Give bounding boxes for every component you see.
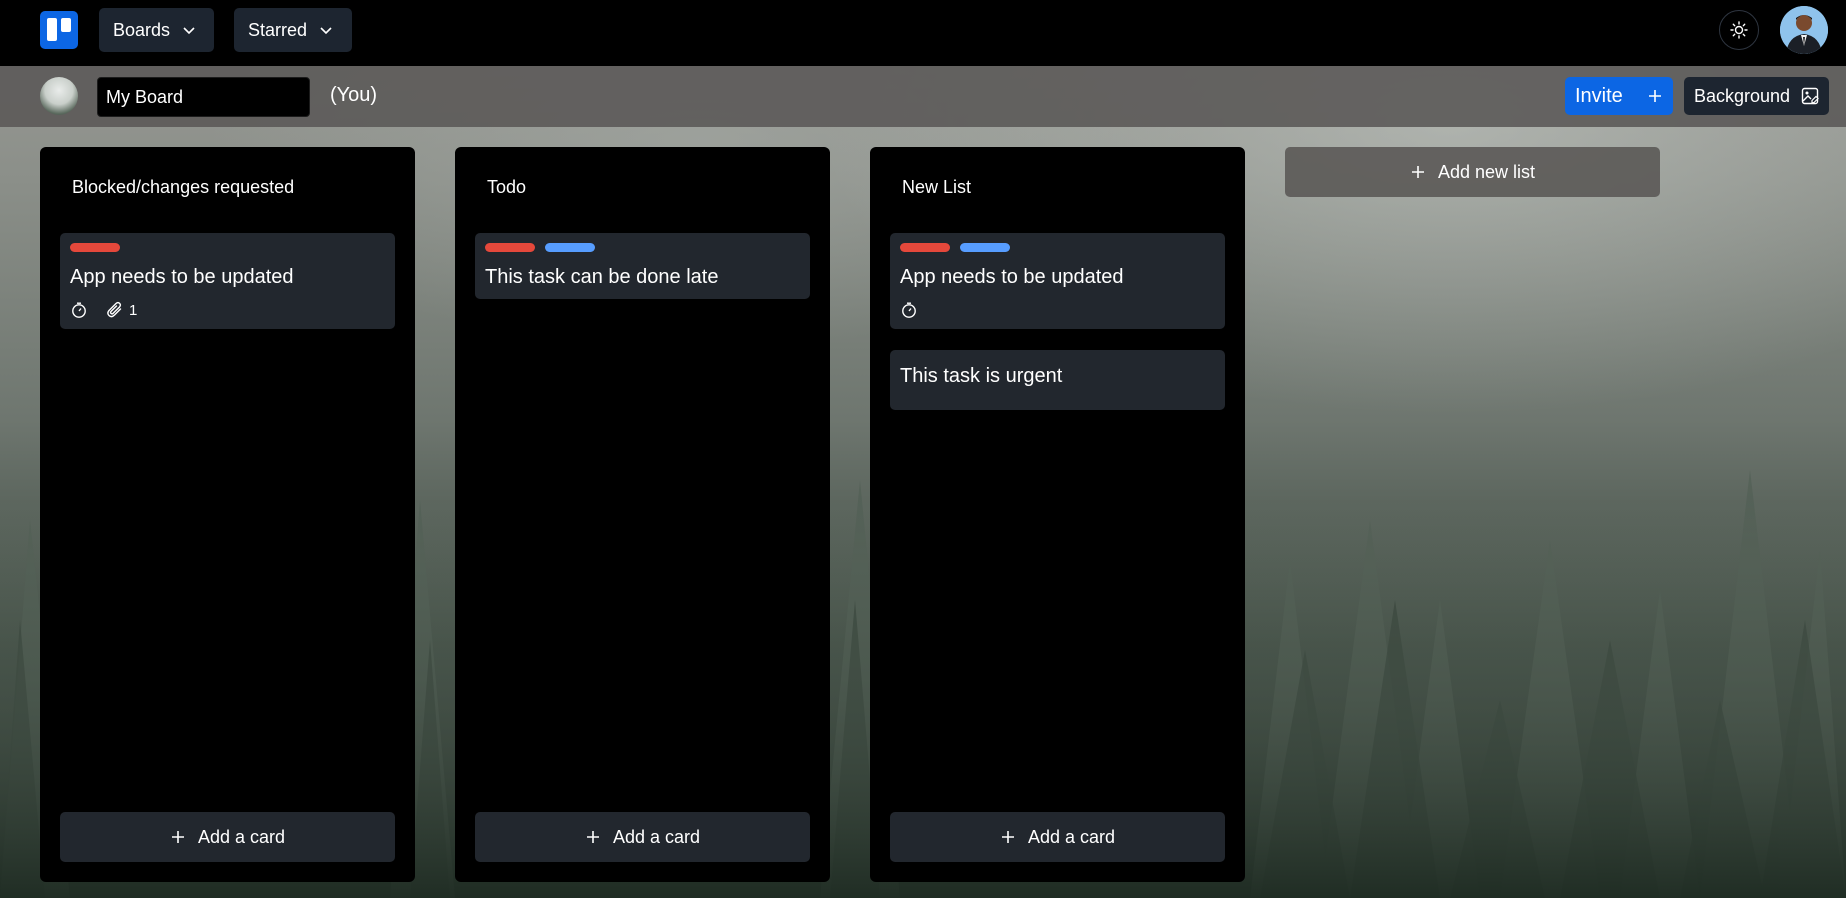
card-labels xyxy=(485,243,800,253)
chevron-down-icon xyxy=(183,27,195,35)
card-meta: 1 xyxy=(70,301,385,319)
plus-icon xyxy=(586,831,599,843)
add-card-button[interactable]: Add a card xyxy=(475,812,810,862)
card-title: App needs to be updated xyxy=(900,266,1124,288)
label-blue xyxy=(960,243,1010,252)
attachments-count: 1 xyxy=(129,301,138,319)
attachments-badge: 1 xyxy=(106,301,137,319)
background-button[interactable]: Background xyxy=(1684,77,1829,115)
list-title[interactable]: Todo xyxy=(487,177,526,198)
add-card-label: Add a card xyxy=(612,826,701,847)
label-red xyxy=(900,243,950,252)
background-label: Background xyxy=(1694,85,1791,106)
card-title: This task is urgent xyxy=(900,365,1063,387)
add-card-button[interactable]: Add a card xyxy=(60,812,395,862)
plus-icon xyxy=(1001,831,1014,843)
add-card-label: Add a card xyxy=(1027,826,1116,847)
boards-menu-button[interactable]: Boards xyxy=(99,8,214,52)
plus-icon xyxy=(171,831,184,843)
add-card-button[interactable]: Add a card xyxy=(890,812,1225,862)
boards-menu-label: Boards xyxy=(113,19,171,40)
sun-icon xyxy=(1730,21,1748,39)
invite-label: Invite xyxy=(1575,84,1623,107)
plus-icon xyxy=(1649,90,1661,102)
invite-button[interactable]: Invite xyxy=(1565,77,1673,115)
paperclip-icon xyxy=(107,301,122,318)
plus-icon xyxy=(1411,166,1424,178)
due-date-badge xyxy=(70,301,88,319)
list-blocked-changes-requested[interactable]: Blocked/changes requested App needs to b… xyxy=(40,147,415,882)
add-new-list-button[interactable]: Add new list xyxy=(1285,147,1660,197)
board-header: (You) Invite Background xyxy=(0,66,1846,127)
card-title: This task can be done late xyxy=(485,266,719,288)
list-title[interactable]: Blocked/changes requested xyxy=(72,177,294,198)
card-task-urgent[interactable]: This task is urgent xyxy=(890,350,1225,410)
timer-icon xyxy=(902,302,916,318)
due-date-badge xyxy=(900,301,918,319)
label-red xyxy=(70,243,120,252)
theme-toggle-button[interactable] xyxy=(1719,10,1759,50)
card-app-needs-update[interactable]: App needs to be updated xyxy=(890,233,1225,329)
board-owner-label: (You) xyxy=(330,84,378,106)
board-name-input[interactable] xyxy=(97,77,310,117)
label-blue xyxy=(545,243,595,252)
card-meta xyxy=(900,301,1215,319)
top-navbar: Boards Starred xyxy=(0,0,1846,66)
starred-menu-button[interactable]: Starred xyxy=(234,8,352,52)
image-edit-icon xyxy=(1801,87,1819,105)
card-labels xyxy=(900,243,1215,253)
chevron-down-icon xyxy=(320,27,332,35)
add-new-list-label: Add new list xyxy=(1437,161,1536,182)
add-card-label: Add a card xyxy=(197,826,286,847)
card-title: App needs to be updated xyxy=(70,266,294,288)
label-red xyxy=(485,243,535,252)
card-can-be-done-late[interactable]: This task can be done late xyxy=(475,233,810,299)
starred-menu-label: Starred xyxy=(248,19,308,40)
card-labels xyxy=(70,243,385,253)
list-title[interactable]: New List xyxy=(902,177,971,198)
timer-icon xyxy=(72,302,86,318)
list-new-list[interactable]: New List App needs to be updated This ta… xyxy=(870,147,1245,882)
list-todo[interactable]: Todo This task can be done late Add a ca… xyxy=(455,147,830,882)
trello-logo-icon[interactable] xyxy=(40,11,78,49)
user-avatar[interactable] xyxy=(1780,6,1828,54)
card-app-needs-update[interactable]: App needs to be updated 1 xyxy=(60,233,395,329)
board-avatar[interactable] xyxy=(40,77,78,115)
